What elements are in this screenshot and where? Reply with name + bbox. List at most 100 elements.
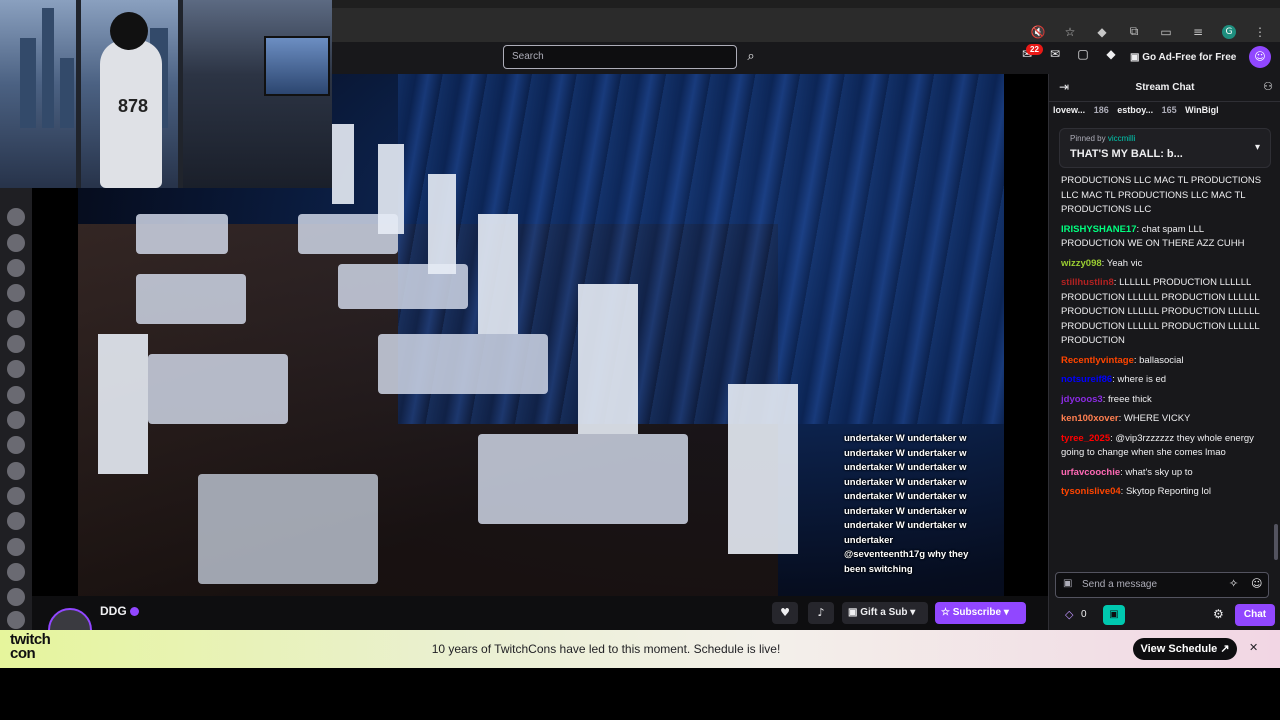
leaderboard-entry[interactable]: lovew... (1053, 105, 1085, 115)
video-scene-bed (136, 214, 228, 254)
channel-avatar[interactable] (7, 411, 25, 429)
channel-avatar[interactable] (7, 487, 25, 505)
extension-icon[interactable]: ◆ (1094, 25, 1110, 39)
leaderboard-entry[interactable]: estboy... (1117, 105, 1153, 115)
leaderboard-entry[interactable]: WinBigl (1185, 105, 1218, 115)
profile-icon[interactable]: G (1222, 24, 1236, 39)
channel-avatar[interactable] (7, 512, 25, 530)
close-icon[interactable]: ✕ (1249, 641, 1258, 654)
community-users-icon[interactable]: ⚇ (1263, 80, 1273, 93)
channel-avatar[interactable] (7, 588, 25, 606)
media-control-icon[interactable]: ≡ (1190, 25, 1206, 39)
bookmark-star-icon[interactable]: ☆ (1062, 25, 1078, 39)
chat-message: notsureif86: where is ed (1061, 373, 1267, 388)
video-scene-locker (378, 144, 404, 234)
chat-message: tysonislive04: Skytop Reporting lol (1061, 485, 1267, 500)
streamer-name[interactable]: DDG (100, 604, 127, 618)
channel-avatar[interactable] (7, 611, 25, 629)
sparkle-icon[interactable]: ✧ (1229, 577, 1238, 590)
chat-message-text: : Skytop Reporting lol (1120, 486, 1211, 497)
subscribe-button[interactable]: ☆ Subscribe ▾ (935, 602, 1026, 624)
notification-count-badge: 22 (1026, 44, 1043, 55)
subscribe-label: Subscribe (952, 607, 1002, 618)
video-scene-locker (428, 174, 456, 274)
chevron-down-icon[interactable]: ▾ (1255, 142, 1260, 153)
channel-avatar[interactable] (7, 563, 25, 581)
chat-username[interactable]: wizzy098 (1061, 258, 1102, 269)
window-mullion (178, 0, 183, 188)
pinned-message-text: THAT'S MY BALL: b... (1070, 148, 1183, 160)
points-reward-button[interactable]: ▣ (1103, 605, 1125, 625)
channel-avatar[interactable] (7, 310, 25, 328)
channel-avatar[interactable] (7, 436, 25, 454)
channel-avatar[interactable] (7, 538, 25, 556)
extensions-puzzle-icon[interactable]: ⧉ (1126, 24, 1142, 39)
video-scene-locker (728, 384, 798, 554)
channel-avatar[interactable] (7, 386, 25, 404)
overlay-line: undertaker W undertaker w (844, 520, 967, 531)
emote-icon[interactable]: ☺ (1251, 577, 1262, 590)
chat-message-text: : what's sky up to (1120, 466, 1193, 478)
search-input[interactable]: Search (503, 45, 737, 69)
channel-avatar[interactable] (7, 462, 25, 480)
overlay-line: undertaker (844, 534, 894, 546)
video-scene-locker (478, 214, 518, 334)
chat-username[interactable]: notsureif86 (1061, 374, 1112, 385)
whispers-icon[interactable]: ▢ (1074, 47, 1092, 61)
crown-icon: ▣ (1130, 52, 1143, 63)
gift-icon: ▣ (848, 607, 861, 618)
verified-badge-icon (130, 607, 139, 616)
browser-menu-icon[interactable]: ⋮ (1252, 25, 1268, 39)
chat-settings-icon[interactable]: ⚙ (1213, 607, 1224, 621)
channel-points-icon[interactable]: ◇ (1065, 608, 1073, 621)
bell-icon: ♪ (817, 606, 825, 619)
chevron-down-icon: ▾ (1001, 607, 1009, 618)
channel-avatar[interactable] (7, 259, 25, 277)
window-mullion (76, 0, 81, 188)
channel-avatar[interactable] (7, 335, 25, 353)
channel-avatar[interactable] (7, 234, 25, 252)
send-chat-button[interactable]: Chat (1235, 604, 1275, 626)
gift-sub-button[interactable]: ▣ Gift a Sub ▾ (842, 602, 928, 624)
chat-scrollbar[interactable] (1274, 524, 1278, 560)
pinned-message[interactable]: Pinned by viccmilli THAT'S MY BALL: b...… (1059, 128, 1271, 168)
overlay-line: undertaker W undertaker w (844, 491, 967, 502)
channel-avatar[interactable] (7, 360, 25, 378)
star-icon: ☆ (941, 607, 953, 618)
badge-icon[interactable]: ▣ (1063, 578, 1072, 589)
split-view-icon[interactable]: ▭ (1158, 25, 1174, 39)
user-avatar-icon[interactable]: ☺ (1249, 46, 1271, 68)
chat-username[interactable]: Recentlyvintage (1061, 355, 1134, 366)
chat-username[interactable]: urfavcoochie (1061, 467, 1120, 478)
video-chat-overlay: undertaker W undertaker w undertaker W u… (844, 432, 974, 577)
notification-bell-button[interactable]: ♪ (808, 602, 834, 624)
chat-message: urfavcoochie: what's sky up to (1061, 466, 1267, 481)
chat-username[interactable]: tysonislive04 (1061, 486, 1121, 497)
chat-username[interactable]: tyree_2025 (1061, 433, 1110, 444)
chat-username[interactable]: IRISHYSHANE17 (1061, 224, 1137, 235)
chat-message-text: : WHERE VICKY (1118, 413, 1191, 424)
follow-heart-button[interactable]: ♥ (772, 602, 798, 624)
bits-icon[interactable]: ◆ (1102, 47, 1120, 61)
facecam-overlay: 878 (0, 0, 332, 188)
ad-free-button[interactable]: ▣ Go Ad-Free for Free (1124, 47, 1242, 69)
channel-avatar[interactable] (7, 208, 25, 226)
ad-free-label: Go Ad-Free for Free (1142, 52, 1237, 63)
leaderboard-count: 165 (1161, 105, 1177, 115)
chat-message: PRODUCTIONS LLC MAC TL PRODUCTIONS LLC M… (1061, 174, 1267, 218)
mute-tab-icon[interactable]: 🔇 (1030, 25, 1046, 39)
facecam-tv (264, 36, 330, 96)
channel-avatar[interactable] (7, 284, 25, 302)
inbox-icon[interactable]: ✉ (1046, 47, 1064, 61)
chat-message: tyree_2025: @vip3rzzzzzz they whole ener… (1061, 432, 1267, 461)
video-scene-locker (98, 334, 148, 474)
overlay-line: undertaker W undertaker w (844, 433, 967, 444)
chat-username[interactable]: jdyooos3 (1061, 394, 1103, 405)
leaderboard-count: 186 (1093, 105, 1109, 115)
view-schedule-button[interactable]: View Schedule ↗ (1133, 638, 1237, 660)
chat-message: wizzy098: Yeah vic (1061, 257, 1267, 272)
search-icon[interactable]: ⌕ (739, 45, 763, 69)
chat-username[interactable]: ken100xover (1061, 413, 1119, 424)
chat-username[interactable]: stillhustlin8 (1061, 277, 1114, 288)
video-scene-bed (136, 274, 246, 324)
